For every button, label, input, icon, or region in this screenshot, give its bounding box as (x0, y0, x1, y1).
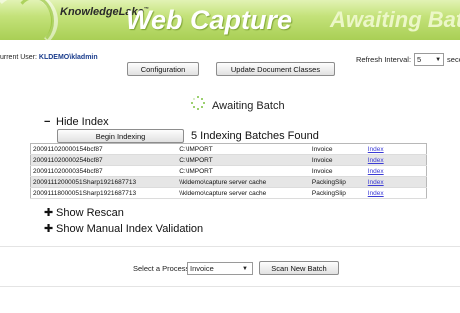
table-row: 20091118000051Sharp1921687713 \\kldemo\c… (30, 187, 427, 199)
document-class-cell: Invoice (309, 143, 366, 155)
batch-path-cell: C:\IMPORT (177, 165, 310, 177)
index-link[interactable]: Index (368, 157, 384, 164)
expand-icon: ✚ (44, 207, 54, 219)
batch-path-cell: \\kldemo\capture server cache (177, 176, 310, 188)
document-class-cell: PackingSlip (309, 176, 366, 188)
chevron-down-icon: ▼ (242, 265, 248, 272)
show-manual-index-validation-label: Show Manual Index Validation (56, 222, 204, 235)
document-class-cell: Invoice (309, 154, 366, 166)
hide-index-label: Hide Index (56, 116, 109, 128)
table-row: 200911020000254bcf87 C:\IMPORT Invoice I… (30, 154, 427, 166)
refresh-interval-value: 5 (417, 55, 422, 64)
batch-path-cell: C:\IMPORT (177, 143, 310, 155)
current-user: urrent User: KLDEMO\kladmin (0, 54, 98, 61)
product-title: Web Capture (126, 5, 293, 35)
batch-path-cell: C:\IMPORT (177, 154, 310, 166)
table-row: 200911020000354bcf87 C:\IMPORT Invoice I… (30, 165, 427, 177)
index-link[interactable]: Index (368, 168, 384, 175)
current-user-label: urrent User: (0, 54, 37, 61)
document-class-cell: Invoice (309, 165, 366, 177)
chevron-down-icon: ▼ (435, 56, 442, 63)
current-user-value: KLDEMO\kladmin (38, 54, 98, 61)
update-document-classes-button[interactable]: Update Document Classes (216, 62, 335, 76)
index-link[interactable]: Index (368, 146, 384, 153)
table-row: 20091112000051Sharp1921687713 \\kldemo\c… (30, 176, 427, 188)
batch-id-cell: 200911020000354bcf87 (30, 165, 178, 177)
batch-id-cell: 20091112000051Sharp1921687713 (30, 176, 178, 188)
show-rescan-toggle[interactable]: ✚ Show Rescan (44, 206, 124, 220)
show-rescan-label: Show Rescan (56, 206, 124, 219)
divider (0, 246, 460, 247)
expand-icon: ✚ (44, 223, 54, 235)
batch-id-cell: 20091118000051Sharp1921687713 (30, 187, 178, 199)
loading-spinner-icon (191, 96, 205, 110)
document-class-cell: PackingSlip (309, 187, 366, 199)
app-banner: KnowledgeLake™ Web Capture Awaiting Batc… (0, 0, 460, 40)
refresh-interval-select[interactable]: 5 ▼ (414, 53, 445, 66)
batch-id-cell: 200911020000154bcf87 (30, 143, 178, 155)
refresh-interval-label: Refresh Interval: (356, 55, 412, 64)
batches-found-count: 5 Indexing Batches Found (191, 130, 319, 142)
refresh-interval-unit: second (447, 55, 460, 64)
divider (0, 286, 460, 287)
refresh-interval: Refresh Interval: 5 ▼ second (356, 53, 460, 66)
hide-index-toggle[interactable]: − Hide Index (44, 116, 109, 128)
table-row: 200911020000154bcf87 C:\IMPORT Invoice I… (30, 143, 427, 155)
batch-id-cell: 200911020000254bcf87 (30, 154, 178, 166)
index-link[interactable]: Index (368, 190, 384, 197)
logo-swoosh-accent-icon (14, 0, 54, 40)
banner-status: Awaiting Batch (330, 7, 460, 32)
scan-new-batch-button[interactable]: Scan New Batch (259, 261, 339, 275)
show-manual-index-validation-toggle[interactable]: ✚ Show Manual Index Validation (44, 222, 204, 236)
begin-indexing-button[interactable]: Begin Indexing (57, 129, 184, 143)
collapse-icon: − (44, 116, 51, 128)
process-select-value: Invoice (190, 264, 214, 273)
process-select-label: Select a Process (133, 264, 190, 273)
index-link[interactable]: Index (368, 179, 384, 186)
batch-path-cell: \\kldemo\capture server cache (177, 187, 310, 199)
awaiting-batch-status: Awaiting Batch (212, 100, 285, 112)
configuration-button[interactable]: Configuration (127, 62, 199, 76)
process-select[interactable]: Invoice ▼ (187, 262, 253, 275)
batches-table: 200911020000154bcf87 C:\IMPORT Invoice I… (30, 143, 427, 199)
